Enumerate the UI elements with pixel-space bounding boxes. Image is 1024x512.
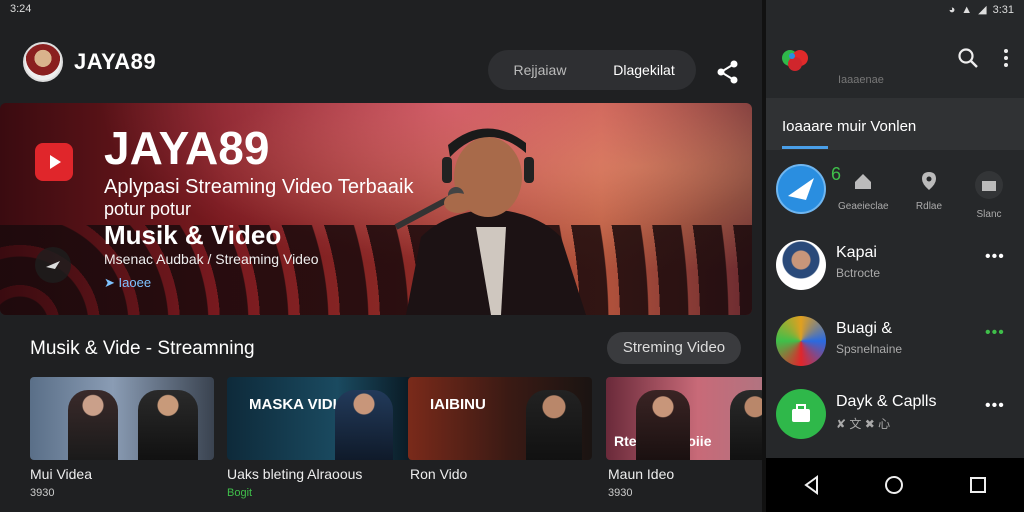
hero-title: JAYA89 [104, 122, 270, 174]
segment-tab-2[interactable]: Dlagekilat [592, 62, 696, 78]
side-panel: ◕ ▲ ◢ 3:31 Iaaaenae Ioaaare muir Vonlen … [766, 0, 1024, 512]
singer-image [394, 128, 586, 315]
tab-indicator [782, 146, 828, 149]
hero-subtitle: Aplypasi Streaming Video Terbaaik [104, 176, 414, 198]
card-thumbnail-person [335, 390, 393, 460]
app-logo-avatar[interactable] [23, 42, 63, 82]
list-item-subtitle: Bctrocte [836, 266, 881, 280]
wifi-icon: ▲ [961, 3, 973, 16]
quick-item-tag[interactable]: Slanc [964, 170, 1014, 220]
card-meta: 3930 [608, 487, 633, 499]
card-thumbnail-person [68, 390, 118, 460]
list-item-subtitle: Spsnelnaine [836, 342, 903, 356]
hero-subtitle-2: potur potur [104, 199, 192, 219]
video-card-2[interactable]: MASKA VIDIAS [227, 377, 411, 460]
share-icon[interactable] [712, 56, 744, 88]
list-item-title: Buagi & [836, 320, 893, 337]
bird-icon: ➤ [104, 275, 115, 290]
recents-icon[interactable] [966, 473, 990, 497]
plane-icon [788, 178, 814, 200]
video-card-4[interactable]: Rteanl Andoiie [606, 377, 762, 460]
list-item-title: Dayk & Caplls [836, 393, 937, 410]
app-bar: JAYA89 Rejjaiaw Dlagekilat [0, 30, 762, 100]
quick-item-pin[interactable]: Rdlae [904, 170, 954, 212]
hero-banner[interactable]: JAYA89 Aplypasi Streaming Video Terbaaik… [0, 103, 752, 315]
quick-label: Geaeieclae [838, 201, 889, 212]
app-title: JAYA89 [74, 49, 157, 74]
quick-main-avatar[interactable] [776, 164, 826, 214]
more-horiz-icon[interactable]: ••• [985, 324, 1005, 342]
quick-label: Slanc [976, 209, 1002, 220]
alarm-icon: ◕ [948, 3, 956, 16]
brand-logo-icon[interactable] [780, 46, 810, 74]
home-nav-icon[interactable] [882, 473, 906, 497]
card-title[interactable]: Ron Vido [410, 466, 467, 482]
segment-control: Rejjaiaw Dlagekilat [488, 50, 696, 90]
pin-icon [922, 172, 936, 190]
card-title[interactable]: Uaks bleting Alraoous [227, 466, 362, 482]
hero-caption: Msenac Audbak / Streaming Video [104, 251, 319, 267]
search-icon[interactable] [956, 46, 980, 70]
tab-active[interactable]: Ioaaare muir Vonlen [782, 118, 916, 135]
card-title[interactable]: Mui Videa [30, 466, 92, 482]
tab-bar: Ioaaare muir Vonlen [766, 98, 1024, 150]
list-item-subtitle: ✘ 文 ✖ 心 [836, 417, 891, 431]
status-bar: 3:24 ◕ ▲ ◢ 239 [0, 0, 762, 20]
section-title: Musik & Vide - Streamning [30, 338, 255, 359]
card-thumbnail-person [526, 390, 582, 460]
list-item[interactable]: Buagi & Spsnelnaine ••• [766, 312, 1024, 372]
play-logo-badge [35, 143, 73, 181]
main-app-panel: 3:24 ◕ ▲ ◢ 239 JAYA89 Rejjaiaw Dlagekila… [0, 0, 762, 512]
hero-follow-label: Iaoee [118, 275, 152, 290]
video-card-3[interactable]: IAIBINU [408, 377, 592, 460]
card-thumbnail-person [636, 390, 690, 460]
hero-headline: Musik & Video [104, 220, 282, 250]
home-icon [855, 174, 871, 189]
card-title[interactable]: Maun Ideo [608, 466, 674, 482]
avatar [776, 389, 826, 439]
system-nav-bar [766, 458, 1024, 512]
play-icon [46, 261, 60, 269]
status-time: 3:31 [992, 3, 1014, 16]
status-bar-right: ◕ ▲ ◢ 3:31 [948, 3, 1014, 17]
hero-follow-link[interactable]: ➤ Iaoee [104, 275, 151, 291]
faint-label: Iaaaenae [838, 74, 884, 86]
card-thumbnail-person [138, 390, 198, 460]
segment-tab-1[interactable]: Rejjaiaw [488, 62, 592, 78]
video-card-1[interactable] [30, 377, 214, 460]
card-meta: 3930 [30, 487, 55, 499]
back-icon[interactable] [800, 473, 824, 497]
more-horiz-icon[interactable]: ••• [985, 248, 1005, 266]
card-thumbnail-person [730, 390, 762, 460]
quick-item-home[interactable]: Geaeieclae [838, 170, 889, 212]
more-vert-icon[interactable] [1002, 46, 1010, 70]
hero-play-button[interactable] [35, 247, 71, 283]
streaming-video-chip[interactable]: Streming Video [607, 332, 741, 364]
more-horiz-icon[interactable]: ••• [985, 397, 1005, 415]
briefcase-icon [792, 404, 810, 422]
list-item[interactable]: Dayk & Caplls ✘ 文 ✖ 心 ••• [766, 385, 1024, 445]
status-time: 3:24 [10, 3, 32, 15]
quick-actions: 6 Geaeieclae Rdlae Slanc [766, 160, 1024, 222]
card-thumbnail-text: IAIBINU [430, 396, 486, 413]
signal-icon: ◢ [978, 4, 987, 16]
card-meta: Bogit [227, 487, 253, 499]
list-item-title: Kapai [836, 244, 877, 261]
avatar [776, 240, 826, 290]
avatar [776, 316, 826, 366]
list-item[interactable]: Kapai Bctrocte ••• [766, 236, 1024, 296]
quick-label: Rdlae [915, 201, 943, 212]
tag-icon [975, 171, 1003, 199]
